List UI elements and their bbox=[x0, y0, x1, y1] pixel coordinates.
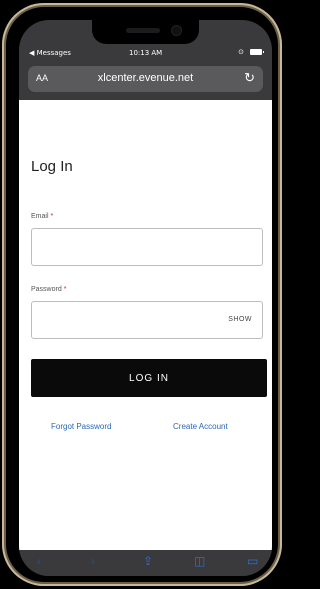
bookmarks-icon[interactable]: ◫ bbox=[194, 554, 205, 568]
lock-rotation-icon: ⊙ bbox=[238, 48, 244, 56]
battery-icon bbox=[250, 49, 264, 55]
login-button[interactable]: LOG IN bbox=[31, 359, 267, 397]
browser-toolbar: ‹ › ⇪ ◫ ▭ bbox=[19, 550, 272, 576]
password-label: Password * bbox=[31, 286, 67, 293]
password-field[interactable]: SHOW bbox=[31, 301, 263, 339]
page-title: Log In bbox=[31, 158, 73, 175]
url-text[interactable]: xlcenter.evenue.net bbox=[28, 72, 263, 84]
front-camera bbox=[172, 26, 181, 35]
phone-screen: ◀ Messages 10:13 AM ⊙ AA xlcenter.evenue… bbox=[19, 20, 272, 576]
required-asterisk: * bbox=[63, 286, 67, 293]
status-time: 10:13 AM bbox=[129, 49, 163, 57]
forward-icon[interactable]: › bbox=[91, 554, 95, 568]
status-bar: ◀ Messages 10:13 AM ⊙ bbox=[19, 46, 272, 62]
url-bar[interactable]: AA xlcenter.evenue.net ↻ bbox=[28, 66, 263, 92]
email-field[interactable] bbox=[31, 228, 263, 266]
create-account-link[interactable]: Create Account bbox=[173, 422, 228, 431]
back-icon[interactable]: ‹ bbox=[37, 554, 41, 568]
share-icon[interactable]: ⇪ bbox=[143, 554, 153, 568]
status-icons: ⊙ bbox=[238, 48, 264, 56]
back-to-messages[interactable]: ◀ Messages bbox=[29, 49, 71, 57]
reload-icon[interactable]: ↻ bbox=[244, 70, 255, 86]
email-label: Email * bbox=[31, 213, 54, 220]
camera-notch bbox=[92, 20, 199, 44]
show-password-button[interactable]: SHOW bbox=[228, 316, 252, 323]
web-page: Log In Email * Password * SHOW LOG IN Fo… bbox=[19, 100, 272, 550]
speaker-grille bbox=[126, 28, 160, 33]
required-asterisk: * bbox=[50, 213, 54, 220]
tabs-icon[interactable]: ▭ bbox=[247, 554, 258, 568]
forgot-password-link[interactable]: Forgot Password bbox=[51, 422, 111, 431]
phone-frame: ◀ Messages 10:13 AM ⊙ AA xlcenter.evenue… bbox=[2, 3, 282, 586]
